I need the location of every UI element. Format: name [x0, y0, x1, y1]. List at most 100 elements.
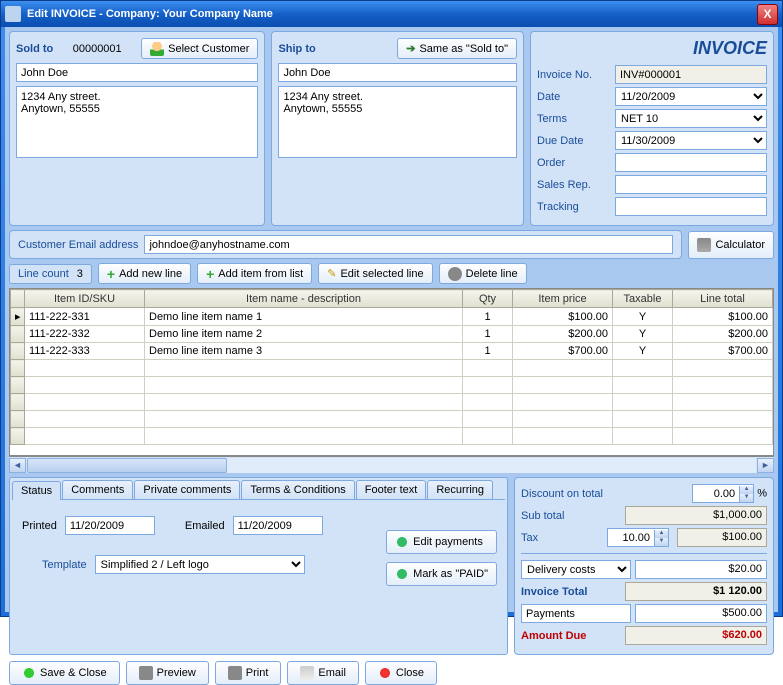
cell-price[interactable]: $100.00 — [513, 308, 613, 326]
print-button[interactable]: Print — [215, 661, 282, 685]
col-total[interactable]: Line total — [673, 290, 773, 308]
tab-status[interactable]: Status — [12, 481, 61, 500]
col-taxable[interactable]: Taxable — [613, 290, 673, 308]
cell-name[interactable]: Demo line item name 2 — [145, 326, 463, 343]
table-row[interactable] — [11, 360, 773, 377]
cell-taxable[interactable]: Y — [613, 326, 673, 343]
email-label: Customer Email address — [18, 239, 138, 251]
due-date-input[interactable]: 11/30/2009 — [615, 131, 767, 150]
ship-to-name-input[interactable] — [278, 63, 517, 82]
add-new-line-button[interactable]: +Add new line — [98, 263, 191, 284]
cell-price[interactable]: $200.00 — [513, 326, 613, 343]
col-sku[interactable]: Item ID/SKU — [25, 290, 145, 308]
sold-to-title: Sold to — [16, 43, 53, 55]
sold-to-name-input[interactable] — [16, 63, 258, 82]
row-header[interactable] — [11, 326, 25, 343]
table-row[interactable]: ▸ 111-222-331 Demo line item name 1 1 $1… — [11, 308, 773, 326]
cell-sku[interactable]: 111-222-333 — [25, 343, 145, 360]
pencil-icon: ✎ — [327, 267, 336, 280]
window-close-button[interactable]: X — [757, 4, 778, 25]
line-items-grid[interactable]: Item ID/SKU Item name - description Qty … — [9, 288, 774, 456]
sales-rep-input[interactable] — [615, 175, 767, 194]
scroll-track[interactable] — [27, 458, 756, 473]
sold-to-panel: Sold to 00000001 Select Customer 1234 An… — [9, 31, 265, 226]
payments-label-input[interactable] — [521, 604, 631, 623]
calculator-icon — [697, 238, 711, 252]
tracking-input[interactable] — [615, 197, 767, 216]
terms-select[interactable]: NET 10 — [615, 109, 767, 128]
cell-sku[interactable]: 111-222-332 — [25, 326, 145, 343]
invoice-no-input[interactable] — [615, 65, 767, 84]
table-row[interactable]: 111-222-332 Demo line item name 2 1 $200… — [11, 326, 773, 343]
cell-total[interactable]: $200.00 — [673, 326, 773, 343]
cell-qty[interactable]: 1 — [463, 343, 513, 360]
row-header[interactable] — [11, 343, 25, 360]
save-close-button[interactable]: Save & Close — [9, 661, 120, 685]
email-button[interactable]: Email — [287, 661, 359, 685]
scroll-thumb[interactable] — [27, 458, 227, 473]
row-header[interactable]: ▸ — [11, 308, 25, 326]
col-name[interactable]: Item name - description — [145, 290, 463, 308]
col-price[interactable]: Item price — [513, 290, 613, 308]
invoice-total-label: Invoice Total — [521, 586, 621, 598]
table-row[interactable]: 111-222-333 Demo line item name 3 1 $700… — [11, 343, 773, 360]
printed-date-input[interactable] — [65, 516, 155, 535]
tab-recurring[interactable]: Recurring — [427, 480, 493, 499]
payments-value[interactable]: $500.00 — [635, 604, 767, 623]
delete-line-button[interactable]: Delete line — [439, 263, 527, 284]
table-row[interactable] — [11, 411, 773, 428]
subtotal-value: $1,000.00 — [625, 506, 767, 525]
scroll-left-button[interactable]: ◄ — [9, 458, 26, 473]
tab-footer-text[interactable]: Footer text — [356, 480, 427, 499]
envelope-icon — [300, 666, 314, 680]
tab-comments[interactable]: Comments — [62, 480, 133, 499]
cell-total[interactable]: $700.00 — [673, 343, 773, 360]
cell-name[interactable]: Demo line item name 1 — [145, 308, 463, 326]
table-row[interactable] — [11, 377, 773, 394]
tab-terms-conditions[interactable]: Terms & Conditions — [241, 480, 354, 499]
order-input[interactable] — [615, 153, 767, 172]
tax-pct-spinner[interactable]: ▲▼ — [607, 528, 669, 547]
cell-total[interactable]: $100.00 — [673, 308, 773, 326]
invoice-no-label: Invoice No. — [537, 69, 611, 81]
invoice-total-value: $1 120.00 — [625, 582, 767, 601]
delivery-value[interactable]: $20.00 — [635, 560, 767, 579]
edit-selected-line-button[interactable]: ✎Edit selected line — [318, 263, 432, 284]
discount-unit: % — [757, 488, 767, 500]
cell-taxable[interactable]: Y — [613, 308, 673, 326]
money-icon — [395, 535, 409, 549]
template-select[interactable]: Simplified 2 / Left logo — [95, 555, 305, 574]
tab-private-comments[interactable]: Private comments — [134, 480, 240, 499]
edit-payments-button[interactable]: Edit payments — [386, 530, 497, 554]
subtotal-label: Sub total — [521, 510, 621, 522]
preview-button[interactable]: Preview — [126, 661, 209, 685]
same-as-sold-to-button[interactable]: ➔Same as "Sold to" — [397, 38, 517, 59]
printer-icon — [228, 666, 242, 680]
ship-to-address-input[interactable]: 1234 Any street. Anytown, 55555 — [278, 86, 517, 158]
plus-icon: + — [107, 266, 115, 282]
cell-qty[interactable]: 1 — [463, 308, 513, 326]
cell-taxable[interactable]: Y — [613, 343, 673, 360]
cell-price[interactable]: $700.00 — [513, 343, 613, 360]
table-row[interactable] — [11, 394, 773, 411]
table-row[interactable] — [11, 428, 773, 445]
date-input[interactable]: 11/20/2009 — [615, 87, 767, 106]
select-customer-button[interactable]: Select Customer — [141, 38, 258, 59]
email-input[interactable] — [144, 235, 673, 254]
mark-as-paid-button[interactable]: Mark as "PAID" — [386, 562, 497, 586]
ship-to-panel: Ship to ➔Same as "Sold to" 1234 Any stre… — [271, 31, 524, 226]
titlebar[interactable]: Edit INVOICE - Company: Your Company Nam… — [1, 1, 782, 27]
close-button[interactable]: Close — [365, 661, 437, 685]
col-qty[interactable]: Qty — [463, 290, 513, 308]
cell-name[interactable]: Demo line item name 3 — [145, 343, 463, 360]
cell-qty[interactable]: 1 — [463, 326, 513, 343]
delivery-type-select[interactable]: Delivery costs — [521, 560, 631, 579]
cell-sku[interactable]: 111-222-331 — [25, 308, 145, 326]
add-item-from-list-button[interactable]: +Add item from list — [197, 263, 312, 284]
calculator-button[interactable]: Calculator — [688, 231, 774, 259]
scroll-right-button[interactable]: ► — [757, 458, 774, 473]
discount-spinner[interactable]: ▲▼ — [692, 484, 754, 503]
sold-to-address-input[interactable]: 1234 Any street. Anytown, 55555 — [16, 86, 258, 158]
grid-h-scrollbar[interactable]: ◄ ► — [9, 456, 774, 473]
emailed-date-input[interactable] — [233, 516, 323, 535]
